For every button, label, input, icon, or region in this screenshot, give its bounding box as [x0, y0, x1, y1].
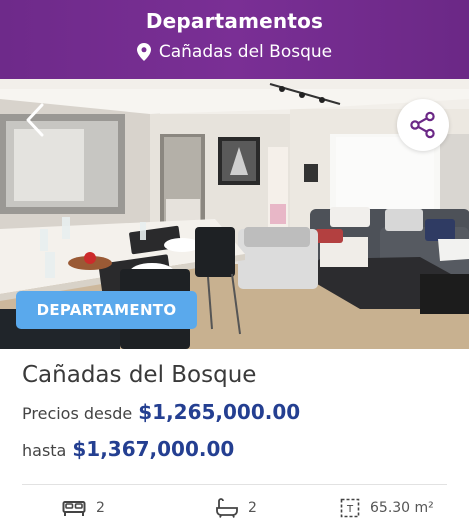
area-icon: T	[340, 498, 360, 518]
bedrooms-value: 2	[96, 500, 105, 516]
back-button[interactable]	[18, 100, 52, 140]
price-from-value: $1,265,000.00	[138, 400, 301, 424]
location-text: Cañadas del Bosque	[158, 42, 333, 62]
price-to-value: $1,367,000.00	[72, 437, 235, 461]
bathtub-icon	[216, 498, 238, 518]
location-subtitle: Cañadas del Bosque	[0, 42, 469, 62]
svg-text:T: T	[346, 504, 354, 515]
divider	[22, 484, 447, 485]
features-row: 2 2 T 65.30 m²	[0, 494, 469, 522]
bathrooms-value: 2	[248, 500, 257, 516]
chevron-left-icon	[26, 103, 44, 137]
bathrooms-feature: 2	[216, 494, 257, 522]
property-name: Cañadas del Bosque	[22, 362, 257, 388]
share-button[interactable]	[397, 99, 449, 151]
bed-icon	[62, 501, 86, 516]
property-type-badge: DEPARTAMENTO	[16, 291, 197, 329]
page-title: Departamentos	[145, 9, 324, 33]
area-value: 65.30 m²	[370, 500, 434, 516]
price-to-label: hasta	[22, 441, 67, 460]
app-header: Departamentos Cañadas del Bosque	[0, 0, 469, 79]
price-from-label: Precios desde	[22, 404, 133, 423]
bedrooms-feature: 2	[62, 494, 105, 522]
area-feature: T 65.30 m²	[340, 494, 434, 522]
price-from-line: Precios desde $1,265,000.00	[22, 400, 300, 424]
price-to-line: hasta $1,367,000.00	[22, 437, 234, 461]
map-pin-icon	[136, 43, 151, 61]
share-icon	[410, 111, 435, 139]
